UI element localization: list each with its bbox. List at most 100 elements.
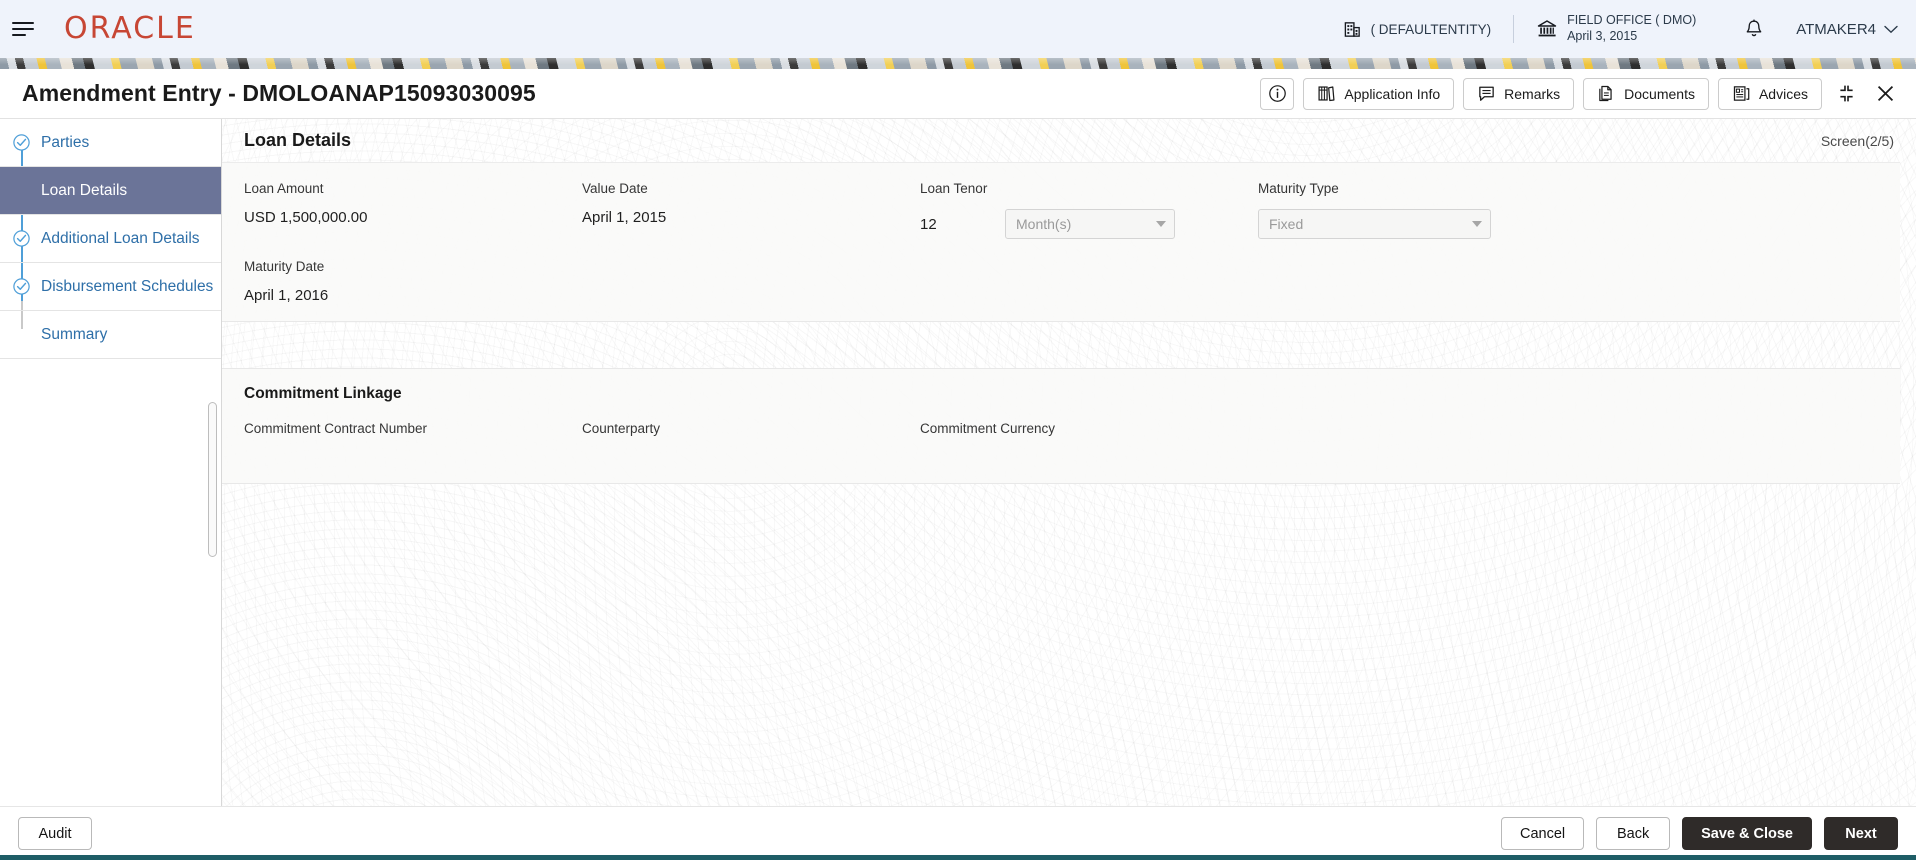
sidebar-item-label: Disbursement Schedules xyxy=(41,277,214,295)
check-circle-icon xyxy=(12,133,31,152)
collapse-corners-icon[interactable] xyxy=(1831,79,1861,109)
building-icon xyxy=(1343,20,1362,39)
sidebar-item-label: Summary xyxy=(41,325,108,343)
chevron-down-icon xyxy=(1156,221,1166,227)
field-label: Maturity Date xyxy=(244,259,325,274)
user-menu[interactable]: ATMAKER4 xyxy=(1790,21,1898,38)
section-header: Loan Details Screen(2/5) xyxy=(222,119,1916,162)
app-header-bar: ORACLE ( DEFAULTENTITY) FIELD OFFICE (D… xyxy=(0,0,1916,58)
field-commitment-currency: Commitment Currency xyxy=(920,421,1258,469)
loan-details-field-grid: Loan Amount USD 1,500,000.00 Value Date … xyxy=(222,163,1900,321)
bell-icon xyxy=(1744,18,1764,40)
oracle-logo[interactable]: ORACLE xyxy=(64,14,196,44)
sidebar-item-loan-details[interactable]: Loan Details xyxy=(0,167,221,215)
chevron-down-icon xyxy=(1884,25,1898,34)
loan-tenor-value: 12 xyxy=(920,215,937,233)
advices-button[interactable]: Advices xyxy=(1717,77,1822,110)
page-title: Amendment Entry - DMOLOANAP15093030095 xyxy=(22,80,536,106)
hamburger-icon[interactable] xyxy=(12,20,38,38)
field-spacer xyxy=(582,259,920,307)
app-header-right-cluster: ( DEFAULTENTITY) FIELD OFFICE ( DMO) Apr… xyxy=(1321,13,1916,44)
page-footer: Audit Cancel Back Save & Close Next xyxy=(0,806,1916,860)
entity-selector[interactable]: ( DEFAULTENTITY) xyxy=(1321,20,1514,39)
cancel-button[interactable]: Cancel xyxy=(1500,817,1585,850)
audit-button[interactable]: Audit xyxy=(18,817,92,850)
page-body: Parties Loan Details Additional Loan Det… xyxy=(0,119,1916,806)
office-selector[interactable]: FIELD OFFICE ( DMO) April 3, 2015 xyxy=(1514,13,1718,44)
maturity-type-select[interactable]: Fixed xyxy=(1258,209,1491,239)
page-title-bar: Amendment Entry - DMOLOANAP15093030095 A… xyxy=(0,69,1916,119)
check-circle-icon xyxy=(12,277,31,296)
sidebar-item-disbursement-schedules[interactable]: Disbursement Schedules xyxy=(0,263,221,311)
save-and-close-button[interactable]: Save & Close xyxy=(1682,817,1812,850)
field-value xyxy=(244,449,582,469)
field-loan-amount: Loan Amount USD 1,500,000.00 xyxy=(244,181,582,239)
sidebar-item-summary[interactable]: Summary xyxy=(0,311,221,359)
application-info-label: Application Info xyxy=(1344,85,1441,102)
field-value: USD 1,500,000.00 xyxy=(244,209,368,226)
field-label: Value Date xyxy=(582,181,648,196)
field-label: Loan Amount xyxy=(244,181,324,196)
application-info-button[interactable]: Application Info xyxy=(1303,77,1455,110)
entity-label: ( DEFAULTENTITY) xyxy=(1370,21,1492,37)
field-value: April 1, 2015 xyxy=(582,209,667,226)
info-circle-icon xyxy=(1268,84,1287,103)
close-icon[interactable] xyxy=(1870,79,1900,109)
field-value xyxy=(582,449,920,469)
office-text-group: FIELD OFFICE ( DMO) April 3, 2015 xyxy=(1567,13,1696,44)
main-content-area: Loan Details Screen(2/5) Loan Amount USD… xyxy=(222,119,1916,806)
field-spacer xyxy=(1258,421,1596,469)
back-button[interactable]: Back xyxy=(1596,817,1671,850)
info-button[interactable] xyxy=(1260,77,1295,110)
hamburger-line xyxy=(12,28,34,30)
wizard-step-sidebar: Parties Loan Details Additional Loan Det… xyxy=(0,119,222,806)
field-spacer xyxy=(920,259,1258,307)
notifications-button[interactable] xyxy=(1718,18,1790,40)
field-counterparty: Counterparty xyxy=(582,421,920,469)
advices-icon xyxy=(1732,84,1751,103)
advices-label: Advices xyxy=(1758,85,1808,102)
loan-tenor-unit-value: Month(s) xyxy=(1016,216,1072,232)
screen-indicator: Screen(2/5) xyxy=(1820,132,1894,149)
remarks-label: Remarks xyxy=(1504,85,1561,102)
sidebar-scrollbar[interactable] xyxy=(208,402,217,557)
sidebar-item-label: Additional Loan Details xyxy=(41,229,200,247)
maturity-type-value: Fixed xyxy=(1269,216,1304,232)
chevron-down-icon xyxy=(1472,221,1482,227)
field-label: Commitment Contract Number xyxy=(244,421,428,436)
commitment-linkage-panel: Commitment Linkage Commitment Contract N… xyxy=(222,368,1900,484)
commitment-linkage-field-grid: Commitment Contract Number Counterparty … xyxy=(222,403,1900,483)
loan-tenor-row: 12 Month(s) xyxy=(920,209,1258,239)
comment-icon xyxy=(1477,84,1496,103)
field-value-date: Value Date April 1, 2015 xyxy=(582,181,920,239)
field-maturity-date: Maturity Date April 1, 2016 xyxy=(244,259,582,307)
remarks-button[interactable]: Remarks xyxy=(1463,77,1575,110)
next-button[interactable]: Next xyxy=(1824,817,1898,850)
pending-step-dot-icon xyxy=(12,325,31,344)
documents-icon xyxy=(1597,84,1616,103)
bank-icon xyxy=(1536,18,1558,40)
loan-tenor-unit-select[interactable]: Month(s) xyxy=(1005,209,1175,239)
office-name: FIELD OFFICE ( DMO) xyxy=(1567,13,1697,28)
hamburger-line xyxy=(12,22,34,24)
documents-button[interactable]: Documents xyxy=(1583,77,1709,110)
panel-gap xyxy=(222,322,1916,368)
field-label: Commitment Currency xyxy=(920,421,1056,436)
field-spacer xyxy=(1258,259,1596,307)
commitment-linkage-heading: Commitment Linkage xyxy=(244,385,402,402)
sidebar-item-label: Parties xyxy=(41,133,90,151)
bottom-accent-bar xyxy=(0,855,1916,860)
sidebar-item-label: Loan Details xyxy=(41,181,128,199)
check-circle-icon xyxy=(12,229,31,248)
field-commitment-contract-number: Commitment Contract Number xyxy=(244,421,582,469)
footer-action-group: Cancel Back Save & Close Next xyxy=(1500,817,1898,850)
sidebar-item-additional-loan-details[interactable]: Additional Loan Details xyxy=(0,215,221,263)
decorative-banner-strip xyxy=(0,58,1916,69)
page-section-title: Loan Details xyxy=(244,130,352,150)
hamburger-line xyxy=(12,34,26,36)
field-value: April 1, 2016 xyxy=(244,287,329,304)
sidebar-item-parties[interactable]: Parties xyxy=(0,119,221,167)
field-label: Loan Tenor xyxy=(920,181,988,196)
field-loan-tenor: Loan Tenor 12 Month(s) xyxy=(920,181,1258,239)
field-label: Maturity Type xyxy=(1258,181,1339,196)
